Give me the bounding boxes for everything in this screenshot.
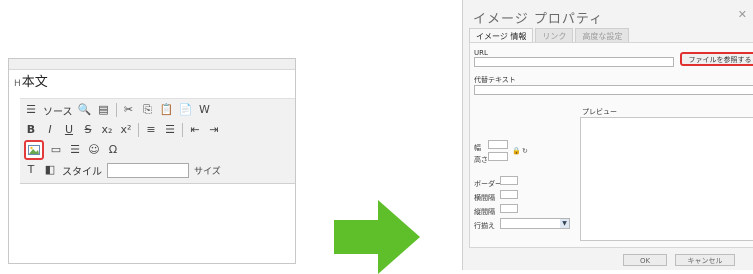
url-label: URL xyxy=(474,49,488,57)
arrow-right-icon xyxy=(334,200,420,274)
height-input[interactable] xyxy=(488,152,508,161)
close-icon[interactable]: ✕ xyxy=(738,8,747,21)
cancel-button[interactable]: キャンセル xyxy=(675,254,735,266)
preview-label: プレビュー xyxy=(582,108,617,116)
cut-icon[interactable]: ✂ xyxy=(122,103,136,117)
paste-word-icon[interactable]: W xyxy=(198,103,212,117)
vspace-input[interactable] xyxy=(500,204,518,213)
toolbar-row-2: B I U S x₂ x² ≡ ☰ ⇤ ⇥ xyxy=(24,121,221,139)
editor-content-area[interactable] xyxy=(20,185,295,263)
toolbar-row-4: T ◧ スタイル サイズ xyxy=(24,161,221,179)
special-char-icon[interactable]: Ω xyxy=(106,143,120,157)
alt-text-label: 代替テキスト xyxy=(474,76,516,84)
rich-text-editor: H本文 ☰ ソース 🔍 ▤ ✂ ⎘ 📋 📄 W B I U S x₂ x² ≡ … xyxy=(8,58,296,264)
field-label-prefix: H xyxy=(14,79,21,89)
image-preview xyxy=(580,117,753,241)
indent-icon[interactable]: ⇥ xyxy=(207,123,221,137)
paste-text-icon[interactable]: 📄 xyxy=(179,103,193,117)
align-select[interactable]: ▼ xyxy=(500,218,570,229)
reset-size-icon[interactable]: ↻ xyxy=(522,147,528,155)
dialog-panel: URL ファイルを参照する 代替テキスト プレビュー 幅 高さ 🔒 ↻ ボーダー… xyxy=(469,42,753,248)
image-icon xyxy=(28,145,40,155)
outdent-icon[interactable]: ⇤ xyxy=(188,123,202,137)
alt-text-input[interactable] xyxy=(474,85,753,95)
source-button-label[interactable]: ソース xyxy=(43,103,73,118)
horizontal-rule-icon[interactable]: ☰ xyxy=(68,143,82,157)
insert-image-button[interactable] xyxy=(24,140,44,160)
width-input[interactable] xyxy=(488,140,508,149)
vspace-label: 縦間隔 xyxy=(474,208,495,216)
text-color-icon[interactable]: T xyxy=(24,163,38,177)
underline-icon[interactable]: U xyxy=(62,123,76,137)
hspace-label: 横間隔 xyxy=(474,194,495,202)
style-dropdown-label[interactable]: スタイル xyxy=(62,163,102,178)
preview-icon[interactable]: 🔍 xyxy=(78,103,92,117)
height-label: 高さ xyxy=(474,156,488,164)
numbered-list-icon[interactable]: ≡ xyxy=(144,123,158,137)
border-label: ボーダー xyxy=(474,180,502,188)
toolbar-separator xyxy=(138,123,139,137)
editor-field-label: H本文 xyxy=(14,74,48,92)
chevron-down-icon: ▼ xyxy=(560,219,569,228)
toolbar-row-3: ▭ ☰ ☺ Ω xyxy=(24,140,120,160)
bold-icon[interactable]: B xyxy=(24,123,38,137)
strikethrough-icon[interactable]: S xyxy=(81,123,95,137)
subscript-icon[interactable]: x₂ xyxy=(100,123,114,137)
bulleted-list-icon[interactable]: ☰ xyxy=(163,123,177,137)
paste-icon[interactable]: 📋 xyxy=(160,103,174,117)
style-dropdown[interactable] xyxy=(107,162,189,178)
editor-toolbar: ☰ ソース 🔍 ▤ ✂ ⎘ 📋 📄 W B I U S x₂ x² ≡ ☰ ⇤ … xyxy=(20,98,295,184)
editor-top-bar xyxy=(9,59,295,70)
ok-button[interactable]: OK xyxy=(623,254,667,266)
hspace-input[interactable] xyxy=(500,190,518,199)
url-input[interactable] xyxy=(474,57,674,67)
browse-server-button[interactable]: ファイルを参照する xyxy=(680,52,753,66)
copy-icon[interactable]: ⎘ xyxy=(141,103,155,117)
toolbar-separator xyxy=(115,103,117,117)
align-label: 行揃え xyxy=(474,222,495,230)
bg-color-icon[interactable]: ◧ xyxy=(43,163,57,177)
italic-icon[interactable]: I xyxy=(43,123,57,137)
toolbar-row-1: ☰ ソース 🔍 ▤ ✂ ⎘ 📋 📄 W xyxy=(24,101,212,119)
smiley-icon[interactable]: ☺ xyxy=(87,143,101,157)
dialog-title: イメージ プロパティ xyxy=(473,12,604,27)
toolbar-separator xyxy=(182,123,183,137)
template-icon[interactable]: ▤ xyxy=(97,103,111,117)
table-icon[interactable]: ▭ xyxy=(49,143,63,157)
width-label: 幅 xyxy=(474,144,481,152)
border-input[interactable] xyxy=(500,176,518,185)
lock-ratio-icon[interactable]: 🔒 xyxy=(512,147,521,155)
source-icon[interactable]: ☰ xyxy=(24,103,38,117)
field-label-text: 本文 xyxy=(21,75,48,90)
image-properties-dialog: イメージ プロパティ ✕ イメージ 情報 リンク 高度な設定 URL ファイルを… xyxy=(462,0,753,270)
superscript-icon[interactable]: x² xyxy=(119,123,133,137)
size-dropdown-label[interactable]: サイズ xyxy=(194,164,221,177)
